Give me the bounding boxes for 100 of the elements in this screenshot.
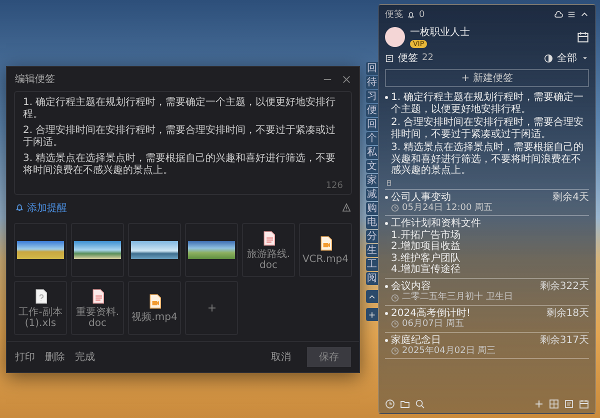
side-tab[interactable]: 文 (366, 160, 378, 173)
file-attachment[interactable]: VCR.mp4 (299, 222, 352, 277)
clock-icon[interactable] (385, 399, 395, 409)
warning-icon[interactable] (342, 203, 351, 212)
note-icon[interactable] (564, 399, 574, 409)
character-count: 126 (326, 181, 343, 192)
file-name: 视频.mp4 (132, 312, 178, 324)
dialog-title: 编辑便签 (15, 72, 56, 86)
image-thumbnail[interactable] (185, 222, 238, 277)
category-label: 便签 (398, 52, 418, 65)
clock-icon (391, 320, 399, 328)
panel-title: 便笺 (385, 8, 403, 21)
add-reminder-link[interactable]: 添加提醒 (15, 200, 338, 215)
file-attachment[interactable]: 重要资料.doc (71, 280, 124, 335)
footer-action[interactable]: 打印 (15, 350, 35, 364)
note-date: 06月07日 周五 (402, 319, 464, 330)
collapse-icon[interactable] (580, 10, 589, 19)
note-date: 2025年04月02日 周三 (402, 346, 496, 356)
side-tab[interactable]: 分 (366, 230, 378, 243)
list-line: 1.开拓广告市场 (390, 230, 462, 241)
folder-icon[interactable] (400, 399, 410, 409)
bullet-dot (385, 312, 388, 315)
countdown-label: 剩余18天 (546, 308, 589, 320)
side-tab[interactable]: 电 (366, 216, 378, 229)
save-button[interactable]: 保存 (307, 346, 351, 367)
clock-icon (391, 294, 399, 302)
note-card[interactable]: 1. 确定行程主题在规划行程时，需要确定一个主题，以便更好地安排行程。 2. 合理安排时间在安排行程时，需要合理安排时间，不要过于紧凑或过于闲适。 3. 精选景点在选择景点时，需要根据自己的兴趣和喜好进行筛选，不要将时间浪费在不感兴趣的景点上。 (385, 90, 589, 190)
note-paragraph: 2. 合理安排时间在安排行程时，需要合理安排时间，不要过于紧凑或过于闲适。 (23, 125, 337, 149)
search-icon[interactable] (415, 399, 425, 409)
image-thumbnail[interactable] (128, 222, 181, 277)
side-tab[interactable]: 回 (366, 118, 378, 131)
note-date: 05月24日 12:00 周五 (402, 203, 493, 214)
file-attachment[interactable]: 工作-副本(1).xls (14, 280, 67, 335)
toggle-icon[interactable] (544, 54, 553, 62)
notification-count: 0 (419, 10, 425, 20)
list-line: 2.增加项目收益 (390, 241, 462, 252)
footer-action[interactable]: 删除 (45, 350, 65, 364)
list-line: 3.维护客户团队 (390, 252, 462, 264)
note-card[interactable]: 家庭纪念日 剩余317天 2025年04月02日 周三 (385, 332, 589, 360)
file-name: VCR.mp4 (302, 254, 349, 266)
side-tab[interactable]: 回 (366, 62, 378, 75)
plus-icon (368, 310, 376, 318)
image-thumbnail[interactable] (71, 222, 124, 277)
bell-icon (407, 10, 415, 18)
close-icon[interactable] (342, 74, 351, 84)
side-tab[interactable]: 生 (366, 244, 378, 257)
caret-icon[interactable] (581, 54, 589, 62)
note-title: 2024高考倒计时! (391, 308, 472, 319)
scroll-up-tab[interactable] (366, 290, 378, 303)
footer-action[interactable]: 完成 (75, 350, 95, 364)
clock-icon (391, 347, 399, 356)
calendar-icon[interactable] (577, 30, 589, 42)
note-card[interactable]: 工作计划和资料文件 1.开拓广告市场 2.增加项目收益 3.维护客户团队 4.增加宣传途径 (385, 216, 589, 279)
file-attachment[interactable]: 旅游路线.doc (242, 222, 295, 277)
note-card[interactable]: 2024高考倒计时! 剩余18天 06月07日 周五 (385, 306, 589, 333)
countdown-label: 剩余322天 (540, 280, 589, 292)
avatar (385, 26, 405, 46)
side-tab[interactable]: 家 (366, 174, 378, 187)
reminder-label[interactable]: 添加提醒 (27, 200, 67, 215)
bullet-dot (385, 96, 388, 99)
side-tab[interactable]: 工 (366, 258, 378, 271)
side-tab[interactable]: 购 (366, 202, 378, 215)
side-tab[interactable]: 减 (366, 188, 378, 201)
countdown-label: 剩余4天 (552, 192, 589, 203)
plus-icon (206, 302, 216, 313)
cloud-icon[interactable] (554, 10, 563, 19)
note-card[interactable]: 会议内容 剩余322天 二零二五年三月初十 卫生日 (385, 278, 589, 306)
bullet-dot (385, 338, 388, 342)
photo-placeholder (74, 240, 121, 259)
side-tab[interactable]: 阅 (366, 272, 378, 285)
note-title: 会议内容 (391, 280, 432, 292)
add-icon[interactable] (534, 399, 544, 409)
photo-placeholder (17, 240, 64, 259)
menu-icon[interactable] (567, 10, 576, 19)
side-tab[interactable]: 便 (366, 104, 378, 117)
file-name: 旅游路线.doc (246, 248, 292, 271)
file-name: 重要资料.doc (74, 306, 120, 329)
note-card[interactable]: 公司人事变动 剩余4天 05月24日 12:00 周五 (385, 190, 589, 216)
side-tab[interactable]: 习 (366, 90, 378, 103)
add-tab-button[interactable] (366, 308, 378, 321)
note-paragraph: 3. 精选景点在选择景点时，需要根据自己的兴趣和喜好进行筛选，不要将时间浪费在不感兴趣的景点上。 (391, 142, 585, 176)
bullet-dot (385, 284, 388, 288)
bullet-dot (385, 196, 388, 198)
image-thumbnail[interactable] (14, 222, 67, 277)
side-tab[interactable]: 待 (366, 76, 378, 89)
note-text-area[interactable]: 1. 确定行程主题在规划行程时，需要确定一个主题，以便更好地安排行程。 2. 合理安排时间在安排行程时，需要合理安排时间，不要过于紧凑或过于闲适。 3. 精选景点在选择景点时，需要根据自己的兴趣和喜好进行筛选，不要将时间浪费在不感兴趣的景点上。 126 (14, 91, 352, 195)
cancel-button[interactable]: 取消 (265, 346, 297, 367)
side-tab[interactable]: 个 (366, 132, 378, 145)
note-icon (385, 54, 394, 62)
filter-dropdown[interactable]: 全部 (557, 51, 577, 65)
new-note-button[interactable]: + 新建便签 (385, 69, 589, 87)
file-attachment[interactable]: 视频.mp4 (128, 280, 181, 335)
chevron-up-icon (368, 292, 376, 300)
note-date: 二零二五年三月初十 卫生日 (402, 292, 513, 303)
side-tab[interactable]: 私 (366, 146, 378, 159)
note-title: 工作计划和资料文件 (391, 218, 481, 230)
attachment-icon (385, 178, 393, 186)
countdown-label: 剩余317天 (540, 334, 589, 346)
grid-icon[interactable] (549, 399, 559, 409)
clock-icon (391, 204, 399, 212)
